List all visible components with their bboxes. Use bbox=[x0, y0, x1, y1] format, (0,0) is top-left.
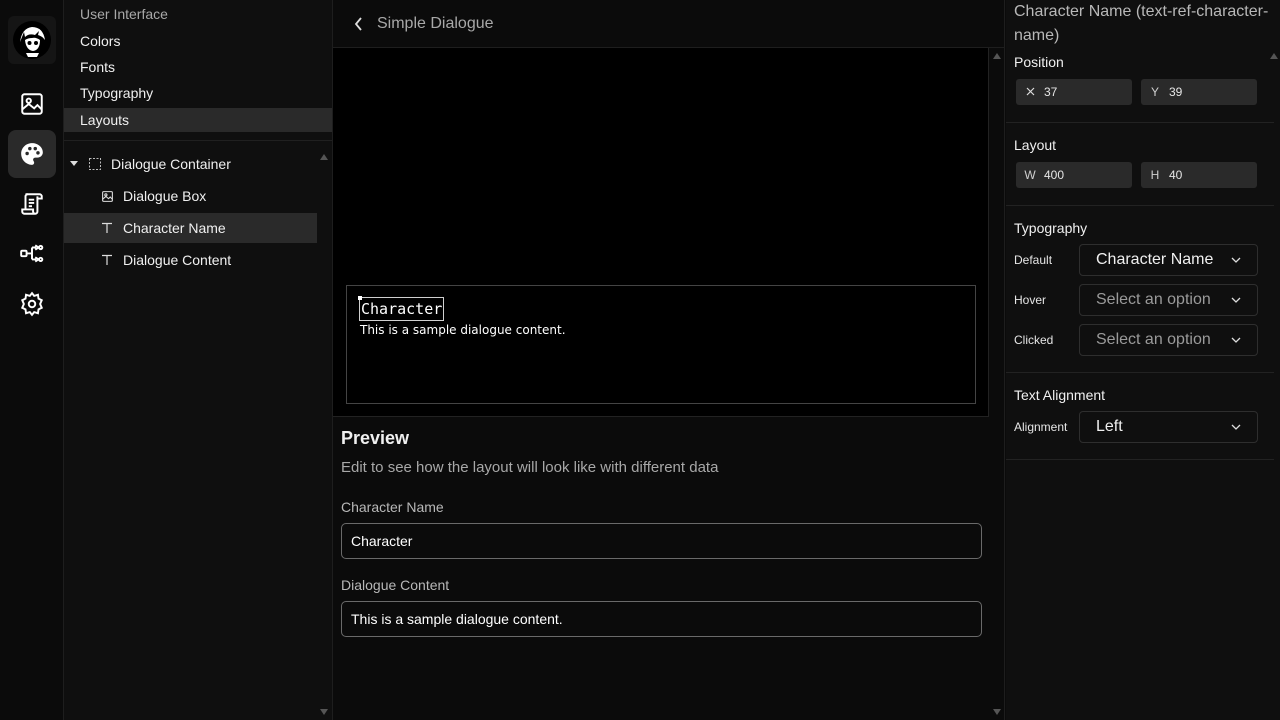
menu-item-layouts[interactable]: Layouts bbox=[64, 108, 332, 132]
character-name-input[interactable] bbox=[341, 523, 982, 559]
sidebar: User Interface Colors Fonts Typography L… bbox=[64, 0, 333, 720]
resize-handle[interactable] bbox=[358, 296, 362, 300]
position-x-value: 37 bbox=[1044, 85, 1058, 99]
section-divider bbox=[1006, 205, 1274, 206]
dialogue-content-input[interactable] bbox=[341, 601, 982, 637]
typography-hover-value: Select an option bbox=[1096, 291, 1211, 308]
typography-default-label: Default bbox=[1014, 253, 1053, 267]
section-divider bbox=[1006, 122, 1274, 123]
container-icon bbox=[87, 156, 103, 172]
image-icon bbox=[99, 188, 115, 204]
alignment-select[interactable]: Left bbox=[1079, 411, 1258, 443]
typography-default-value: Character Name bbox=[1096, 251, 1214, 268]
properties-panel: Character Name (text-ref-character-name)… bbox=[1006, 0, 1280, 720]
menu-section-user-interface: User Interface bbox=[80, 6, 168, 22]
section-divider bbox=[1006, 372, 1274, 373]
layout-height-value: 40 bbox=[1169, 168, 1183, 182]
tree-item-label: Dialogue Content bbox=[123, 252, 232, 268]
tree-item-label: Dialogue Box bbox=[123, 188, 207, 204]
layout-section-title: Layout bbox=[1014, 137, 1057, 153]
canvas-scroll-down-icon[interactable] bbox=[993, 709, 1001, 715]
alignment-value: Left bbox=[1096, 418, 1123, 435]
canvas-character-name[interactable]: Character bbox=[358, 296, 445, 321]
caret-down-icon[interactable] bbox=[69, 159, 79, 169]
flow-button[interactable] bbox=[8, 230, 56, 278]
position-y-field[interactable]: Y 39 bbox=[1141, 79, 1257, 105]
scroll-down-icon[interactable] bbox=[320, 709, 328, 715]
dialogue-content-label: Dialogue Content bbox=[341, 577, 450, 593]
menu-item-typography[interactable]: Typography bbox=[64, 81, 332, 105]
alignment-label: Alignment bbox=[1014, 420, 1068, 434]
page-title: Simple Dialogue bbox=[377, 14, 494, 32]
settings-button[interactable] bbox=[8, 280, 56, 328]
chevron-left-icon bbox=[354, 16, 362, 31]
character-name-label: Character Name bbox=[341, 499, 444, 515]
chevron-down-icon bbox=[1231, 424, 1241, 430]
preview-subtitle: Edit to see how the layout will look lik… bbox=[341, 459, 719, 476]
app-logo[interactable] bbox=[8, 16, 56, 64]
tree-item-dialogue-box[interactable]: Dialogue Box bbox=[64, 181, 317, 211]
section-divider bbox=[1006, 459, 1274, 460]
layout-width-field[interactable]: W 400 bbox=[1016, 162, 1132, 188]
editor-area: Simple Dialogue Character This is a samp… bbox=[333, 0, 1005, 720]
script-icon bbox=[21, 193, 43, 215]
w-axis-label: W bbox=[1024, 168, 1036, 182]
scripts-button[interactable] bbox=[8, 180, 56, 228]
tree-item-character-name[interactable]: Character Name bbox=[64, 213, 317, 243]
layout-canvas[interactable]: Character This is a sample dialogue cont… bbox=[333, 48, 989, 417]
editor-header: Simple Dialogue bbox=[333, 0, 1005, 48]
layout-width-value: 400 bbox=[1044, 168, 1065, 182]
h-axis-label: H bbox=[1150, 168, 1160, 182]
canvas-character-name-text: Character bbox=[361, 300, 443, 318]
properties-title: Character Name (text-ref-character-name) bbox=[1014, 3, 1269, 44]
chevron-down-icon bbox=[1231, 337, 1241, 343]
position-x-field[interactable]: 37 bbox=[1016, 79, 1132, 105]
canvas-dialogue-content[interactable]: This is a sample dialogue content. bbox=[360, 323, 566, 337]
typography-section-title: Typography bbox=[1014, 220, 1088, 236]
menu-item-colors[interactable]: Colors bbox=[64, 29, 332, 53]
tree-item-dialogue-container[interactable]: Dialogue Container bbox=[64, 149, 317, 179]
canvas-scroll-up-icon[interactable] bbox=[993, 53, 1001, 59]
layout-height-field[interactable]: H 40 bbox=[1141, 162, 1257, 188]
chevron-down-icon bbox=[1231, 257, 1241, 263]
typography-default-select[interactable]: Character Name bbox=[1079, 244, 1258, 276]
logo-icon bbox=[13, 21, 51, 59]
text-icon bbox=[99, 220, 115, 236]
chevron-down-icon bbox=[1231, 297, 1241, 303]
canvas-dialogue-box[interactable]: Character This is a sample dialogue cont… bbox=[346, 285, 976, 404]
ui-button[interactable] bbox=[8, 130, 56, 178]
sidebar-divider bbox=[64, 140, 332, 141]
typography-hover-select[interactable]: Select an option bbox=[1079, 284, 1258, 316]
typography-clicked-label: Clicked bbox=[1014, 333, 1054, 347]
icon-rail bbox=[0, 0, 64, 720]
tree-item-label: Character Name bbox=[123, 220, 226, 236]
y-axis-label: Y bbox=[1150, 85, 1159, 99]
images-button[interactable] bbox=[8, 80, 56, 128]
tree-item-dialogue-content[interactable]: Dialogue Content bbox=[64, 245, 317, 275]
preview-title: Preview bbox=[341, 428, 410, 448]
position-y-value: 39 bbox=[1169, 85, 1183, 99]
images-icon bbox=[21, 93, 43, 115]
text-icon bbox=[99, 252, 115, 268]
typography-clicked-value: Select an option bbox=[1096, 331, 1211, 348]
x-axis-icon bbox=[1016, 85, 1044, 99]
props-scroll-up-icon[interactable] bbox=[1270, 53, 1278, 59]
settings-icon bbox=[20, 291, 44, 317]
tree-item-label: Dialogue Container bbox=[111, 156, 231, 172]
text-alignment-section-title: Text Alignment bbox=[1014, 387, 1106, 403]
flow-icon bbox=[20, 244, 44, 263]
palette-icon bbox=[21, 143, 43, 165]
typography-hover-label: Hover bbox=[1014, 293, 1047, 307]
position-section-title: Position bbox=[1014, 54, 1064, 70]
typography-clicked-select[interactable]: Select an option bbox=[1079, 324, 1258, 356]
menu-item-fonts[interactable]: Fonts bbox=[64, 55, 332, 79]
back-button[interactable] bbox=[349, 14, 369, 34]
scroll-up-icon[interactable] bbox=[320, 154, 328, 160]
